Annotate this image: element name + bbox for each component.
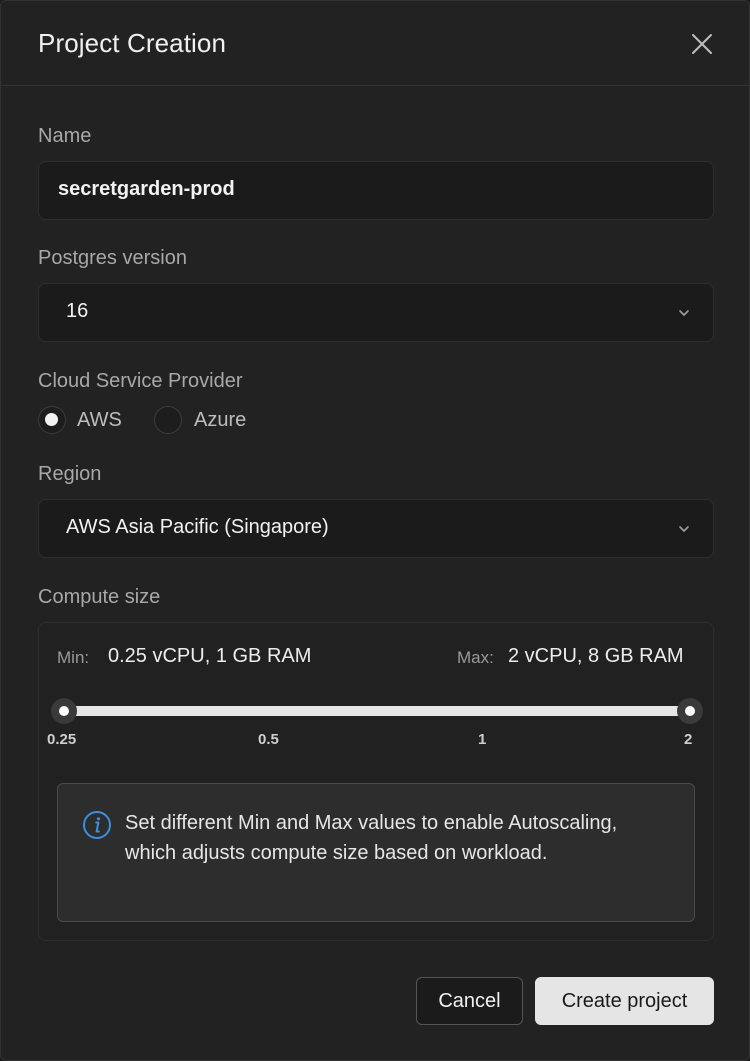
slider-min-handle[interactable] xyxy=(51,698,77,724)
max-label: Max: xyxy=(457,648,494,667)
dialog-header: Project Creation xyxy=(1,1,749,86)
slider-tick-label: 1 xyxy=(478,731,487,748)
compute-size-label: Compute size xyxy=(38,586,161,608)
autoscaling-info-text: Set different Min and Max values to enab… xyxy=(125,812,618,864)
slider-max-handle[interactable] xyxy=(677,698,703,724)
compute-slider-track[interactable] xyxy=(64,706,691,716)
region-label: Region xyxy=(38,463,102,485)
radio-azure[interactable] xyxy=(154,406,182,434)
slider-tick-label: 0.5 xyxy=(258,731,279,748)
min-value: 0.25 vCPU, 1 GB RAM xyxy=(108,645,312,667)
chevron-down-icon xyxy=(679,310,689,316)
slider-tick-label: 0.25 xyxy=(47,731,77,748)
radio-azure-label: Azure xyxy=(194,409,247,431)
postgres-version-label: Postgres version xyxy=(38,247,187,269)
cloud-provider-radio-group: AWS Azure xyxy=(38,406,438,436)
slider-tick-label: 2 xyxy=(684,731,693,748)
chevron-down-icon xyxy=(679,526,689,532)
close-button[interactable] xyxy=(685,27,719,61)
region-select[interactable]: AWS Asia Pacific (Singapore) xyxy=(38,499,714,558)
autoscaling-info-box: Set different Min and Max values to enab… xyxy=(57,783,695,922)
name-input[interactable]: secretgarden-prod xyxy=(38,161,714,220)
min-label: Min: xyxy=(57,648,90,667)
postgres-version-value: 16 xyxy=(66,300,89,322)
name-input-value: secretgarden-prod xyxy=(58,178,235,200)
radio-aws[interactable] xyxy=(38,406,66,434)
info-icon xyxy=(83,811,111,839)
project-creation-dialog: Project Creation Name secretgarden-prod … xyxy=(0,0,750,1061)
cloud-provider-label: Cloud Service Provider xyxy=(38,370,243,392)
compute-size-panel: Min: 0.25 vCPU, 1 GB RAM Max: 2 vCPU, 8 … xyxy=(38,622,714,941)
postgres-version-select[interactable]: 16 xyxy=(38,283,714,342)
region-value: AWS Asia Pacific (Singapore) xyxy=(66,516,329,538)
max-value: 2 vCPU, 8 GB RAM xyxy=(508,645,684,667)
cancel-button[interactable]: Cancel xyxy=(416,977,523,1025)
radio-aws-label: AWS xyxy=(77,409,122,431)
close-icon xyxy=(692,34,712,54)
name-label: Name xyxy=(38,125,92,147)
dialog-title: Project Creation xyxy=(38,28,227,58)
create-project-button[interactable]: Create project xyxy=(535,977,714,1025)
